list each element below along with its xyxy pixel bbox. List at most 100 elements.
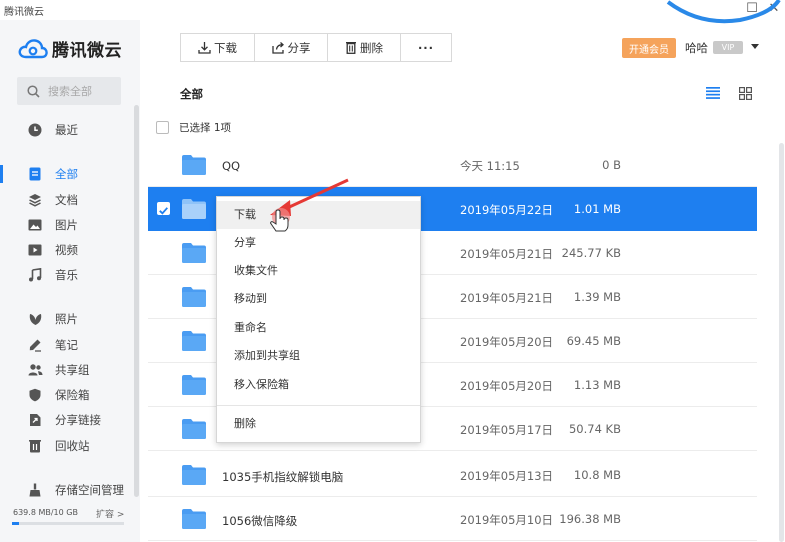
menu-item-collect-files[interactable]: 收集文件 [217, 257, 420, 285]
folder-icon [182, 331, 206, 351]
sidebar-item-share-groups[interactable]: 共享组 [0, 358, 134, 382]
file-name: 1035手机指纹解锁电脑 [222, 470, 344, 484]
sidebar-item-label: 文档 [55, 193, 78, 207]
select-all-checkbox[interactable] [156, 121, 169, 134]
sidebar-item-all[interactable]: 全部 [0, 162, 134, 186]
file-date: 2019年05月20日 [460, 379, 554, 393]
delete-label: 删除 [360, 40, 383, 55]
folder-icon [182, 375, 206, 395]
table-row[interactable]: QQ 今天 11:15 0 B [148, 143, 757, 187]
vip-button[interactable]: 开通会员 [622, 38, 676, 58]
username[interactable]: 哈哈 [685, 40, 708, 56]
download-icon [198, 42, 211, 54]
share-icon [271, 42, 284, 54]
file-date: 2019年05月20日 [460, 335, 554, 349]
file-date: 2019年05月17日 [460, 423, 554, 437]
folder-icon [182, 419, 206, 439]
storage-label: 存储空间管理 [55, 483, 124, 497]
share-label: 分享 [287, 40, 311, 55]
music-icon [27, 267, 43, 283]
menu-item-share[interactable]: 分享 [217, 229, 420, 257]
file-size: 10.8 MB [573, 468, 621, 482]
delete-button[interactable]: 删除 [328, 34, 401, 61]
sidebar-item-recent[interactable]: 最近 [0, 118, 134, 142]
sidebar-item-label: 笔记 [55, 338, 78, 352]
sidebar-item-label: 保险箱 [55, 388, 90, 402]
vip-badge-label: VIP [721, 43, 735, 52]
sidebar-item-notes[interactable]: 笔记 [0, 333, 134, 357]
file-size: 196.38 MB [559, 512, 621, 526]
table-row[interactable]: 1035手机指纹解锁电脑 2019年05月13日 10.8 MB [148, 453, 757, 497]
sidebar-item-recycle-bin[interactable]: 回收站 [0, 434, 134, 458]
file-size: 245.77 KB [561, 246, 621, 260]
menu-item-rename[interactable]: 重命名 [217, 314, 420, 342]
sidebar-item-videos[interactable]: 视频 [0, 238, 134, 262]
sidebar-item-label: 图片 [55, 218, 78, 232]
close-button[interactable]: ✕ [766, 1, 782, 16]
logo-text: 腾讯微云 [52, 41, 122, 61]
sidebar-item-photos[interactable]: 照片 [0, 307, 134, 331]
file-name: 1056微信降级 [222, 514, 298, 528]
sidebar-item-label: 分享链接 [55, 413, 101, 427]
file-size: 1.01 MB [573, 202, 621, 216]
title-bar: 腾讯微云 ☐ ✕ [0, 0, 785, 20]
file-size: 0 B [602, 158, 621, 172]
sidebar-item-music[interactable]: 音乐 [0, 263, 134, 287]
file-date: 2019年05月22日 [460, 203, 554, 217]
folder-icon [182, 287, 206, 307]
folder-icon [182, 155, 206, 175]
file-name: QQ [222, 159, 241, 173]
main-scrollbar[interactable] [779, 143, 784, 542]
file-icon [27, 166, 43, 182]
storage-management-link[interactable]: 存储空间管理 [0, 478, 134, 502]
menu-separator [217, 405, 420, 406]
sidebar-scrollbar[interactable] [134, 105, 139, 497]
selected-count: 已选择 1项 [179, 122, 232, 134]
trash-icon [27, 438, 43, 454]
expand-storage-link[interactable]: 扩容 > [96, 507, 124, 520]
select-all-row: 已选择 1项 [156, 120, 231, 135]
more-button[interactable]: ··· [401, 34, 451, 61]
search-icon [27, 84, 40, 98]
app-logo: 腾讯微云 [18, 36, 122, 61]
file-size: 69.45 MB [566, 334, 621, 348]
folder-icon [182, 465, 206, 485]
sidebar-item-images[interactable]: 图片 [0, 213, 134, 237]
menu-item-delete[interactable]: 删除 [217, 410, 420, 438]
search-box[interactable] [17, 77, 121, 105]
file-date: 2019年05月13日 [460, 469, 554, 483]
menu-item-move-to-safe[interactable]: 移入保险箱 [217, 371, 420, 399]
folder-icon [182, 243, 206, 263]
list-view-icon[interactable] [706, 87, 720, 99]
image-icon [27, 217, 43, 233]
file-size: 1.39 MB [573, 290, 621, 304]
row-checkbox[interactable] [157, 202, 170, 215]
chevron-down-icon[interactable] [751, 44, 759, 49]
breadcrumb[interactable]: 全部 [180, 86, 203, 102]
sidebar: 腾讯微云 最近 全部 文档 图片 视频 [0, 20, 140, 542]
sidebar-item-safe[interactable]: 保险箱 [0, 383, 134, 407]
broom-icon [27, 482, 43, 498]
grid-view-icon[interactable] [739, 87, 752, 100]
share-link-icon [27, 412, 43, 428]
folder-icon [182, 199, 206, 219]
storage-progress-bar [12, 522, 124, 525]
share-button[interactable]: 分享 [255, 34, 328, 61]
window-title: 腾讯微云 [4, 7, 44, 18]
menu-item-download[interactable]: 下载 [217, 201, 420, 229]
storage-progress-fill [12, 522, 19, 525]
file-date: 2019年05月10日 [460, 513, 554, 527]
sidebar-item-label: 共享组 [55, 363, 90, 377]
menu-item-move-to[interactable]: 移动到 [217, 285, 420, 313]
maximize-button[interactable]: ☐ [744, 1, 760, 16]
sidebar-item-share-links[interactable]: 分享链接 [0, 408, 134, 432]
menu-item-add-to-share-group[interactable]: 添加到共享组 [217, 342, 420, 370]
checkmark-icon [159, 207, 168, 215]
users-icon [27, 362, 43, 378]
sidebar-item-docs[interactable]: 文档 [0, 188, 134, 212]
download-label: 下载 [214, 40, 237, 55]
download-button[interactable]: 下载 [181, 34, 255, 61]
table-row[interactable]: 1056微信降级 2019年05月10日 196.38 MB [148, 497, 757, 541]
search-input[interactable] [48, 84, 118, 98]
cloud-logo-icon [18, 38, 48, 58]
